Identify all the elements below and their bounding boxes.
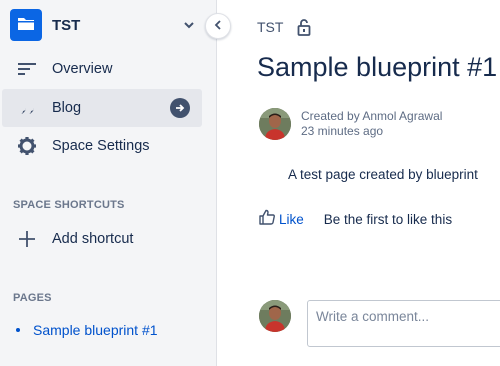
sidebar-item-space-settings[interactable]: Space Settings — [2, 127, 202, 165]
like-label: Like — [279, 212, 304, 227]
section-heading-space-shortcuts: SPACE SHORTCUTS — [13, 199, 125, 211]
space-name: TST — [52, 16, 81, 34]
quote-icon — [16, 97, 38, 119]
breadcrumb: TST — [257, 18, 312, 36]
sidebar-item-overview[interactable]: Overview — [2, 50, 202, 88]
page-tree-link[interactable]: Sample blueprint #1 — [33, 322, 158, 338]
main-content: TST Sample blueprint #1 Created by Anmol… — [218, 0, 500, 366]
collapse-sidebar-button[interactable] — [205, 13, 231, 39]
page-body-text: A test page created by blueprint — [288, 167, 478, 182]
breadcrumb-space-link[interactable]: TST — [257, 19, 283, 35]
comment-row: Write a comment... — [259, 300, 500, 347]
thumbs-up-icon — [259, 209, 275, 230]
space-header[interactable]: TST — [10, 8, 200, 42]
page-byline: Created by Anmol Agrawal 23 minutes ago — [259, 108, 442, 140]
sidebar-item-label: Overview — [52, 61, 113, 77]
like-message: Be the first to like this — [323, 212, 453, 227]
page-title: Sample blueprint #1 — [257, 52, 498, 82]
sidebar-item-label: Blog — [52, 100, 82, 116]
plus-icon — [16, 228, 38, 250]
space-logo — [10, 9, 42, 41]
arrow-right-icon[interactable] — [170, 98, 190, 118]
overview-lines-icon — [16, 58, 38, 80]
add-shortcut-label: Add shortcut — [52, 231, 134, 247]
gear-icon — [16, 135, 38, 157]
chevron-down-icon[interactable] — [182, 18, 196, 32]
created-time-text: 23 minutes ago — [301, 124, 384, 138]
add-shortcut-button[interactable]: Add shortcut — [2, 220, 202, 258]
sidebar: TST Overview Blog Space Settings SPACE S… — [0, 0, 217, 366]
sidebar-item-blog[interactable]: Blog — [2, 89, 202, 127]
created-by-text[interactable]: Created by Anmol Agrawal — [301, 109, 442, 124]
author-avatar[interactable] — [259, 108, 291, 140]
unlock-icon[interactable] — [296, 18, 312, 36]
bullet-icon — [16, 328, 20, 332]
current-user-avatar — [259, 300, 291, 332]
comment-input[interactable]: Write a comment... — [307, 300, 500, 347]
chevron-left-icon — [214, 17, 222, 35]
like-button[interactable]: Like — [259, 209, 304, 230]
folder-icon — [17, 15, 35, 36]
like-row: Like Be the first to like this — [259, 209, 452, 230]
sidebar-item-label: Space Settings — [52, 138, 150, 154]
section-heading-pages: PAGES — [13, 292, 52, 304]
page-tree-item[interactable]: Sample blueprint #1 — [16, 322, 158, 338]
